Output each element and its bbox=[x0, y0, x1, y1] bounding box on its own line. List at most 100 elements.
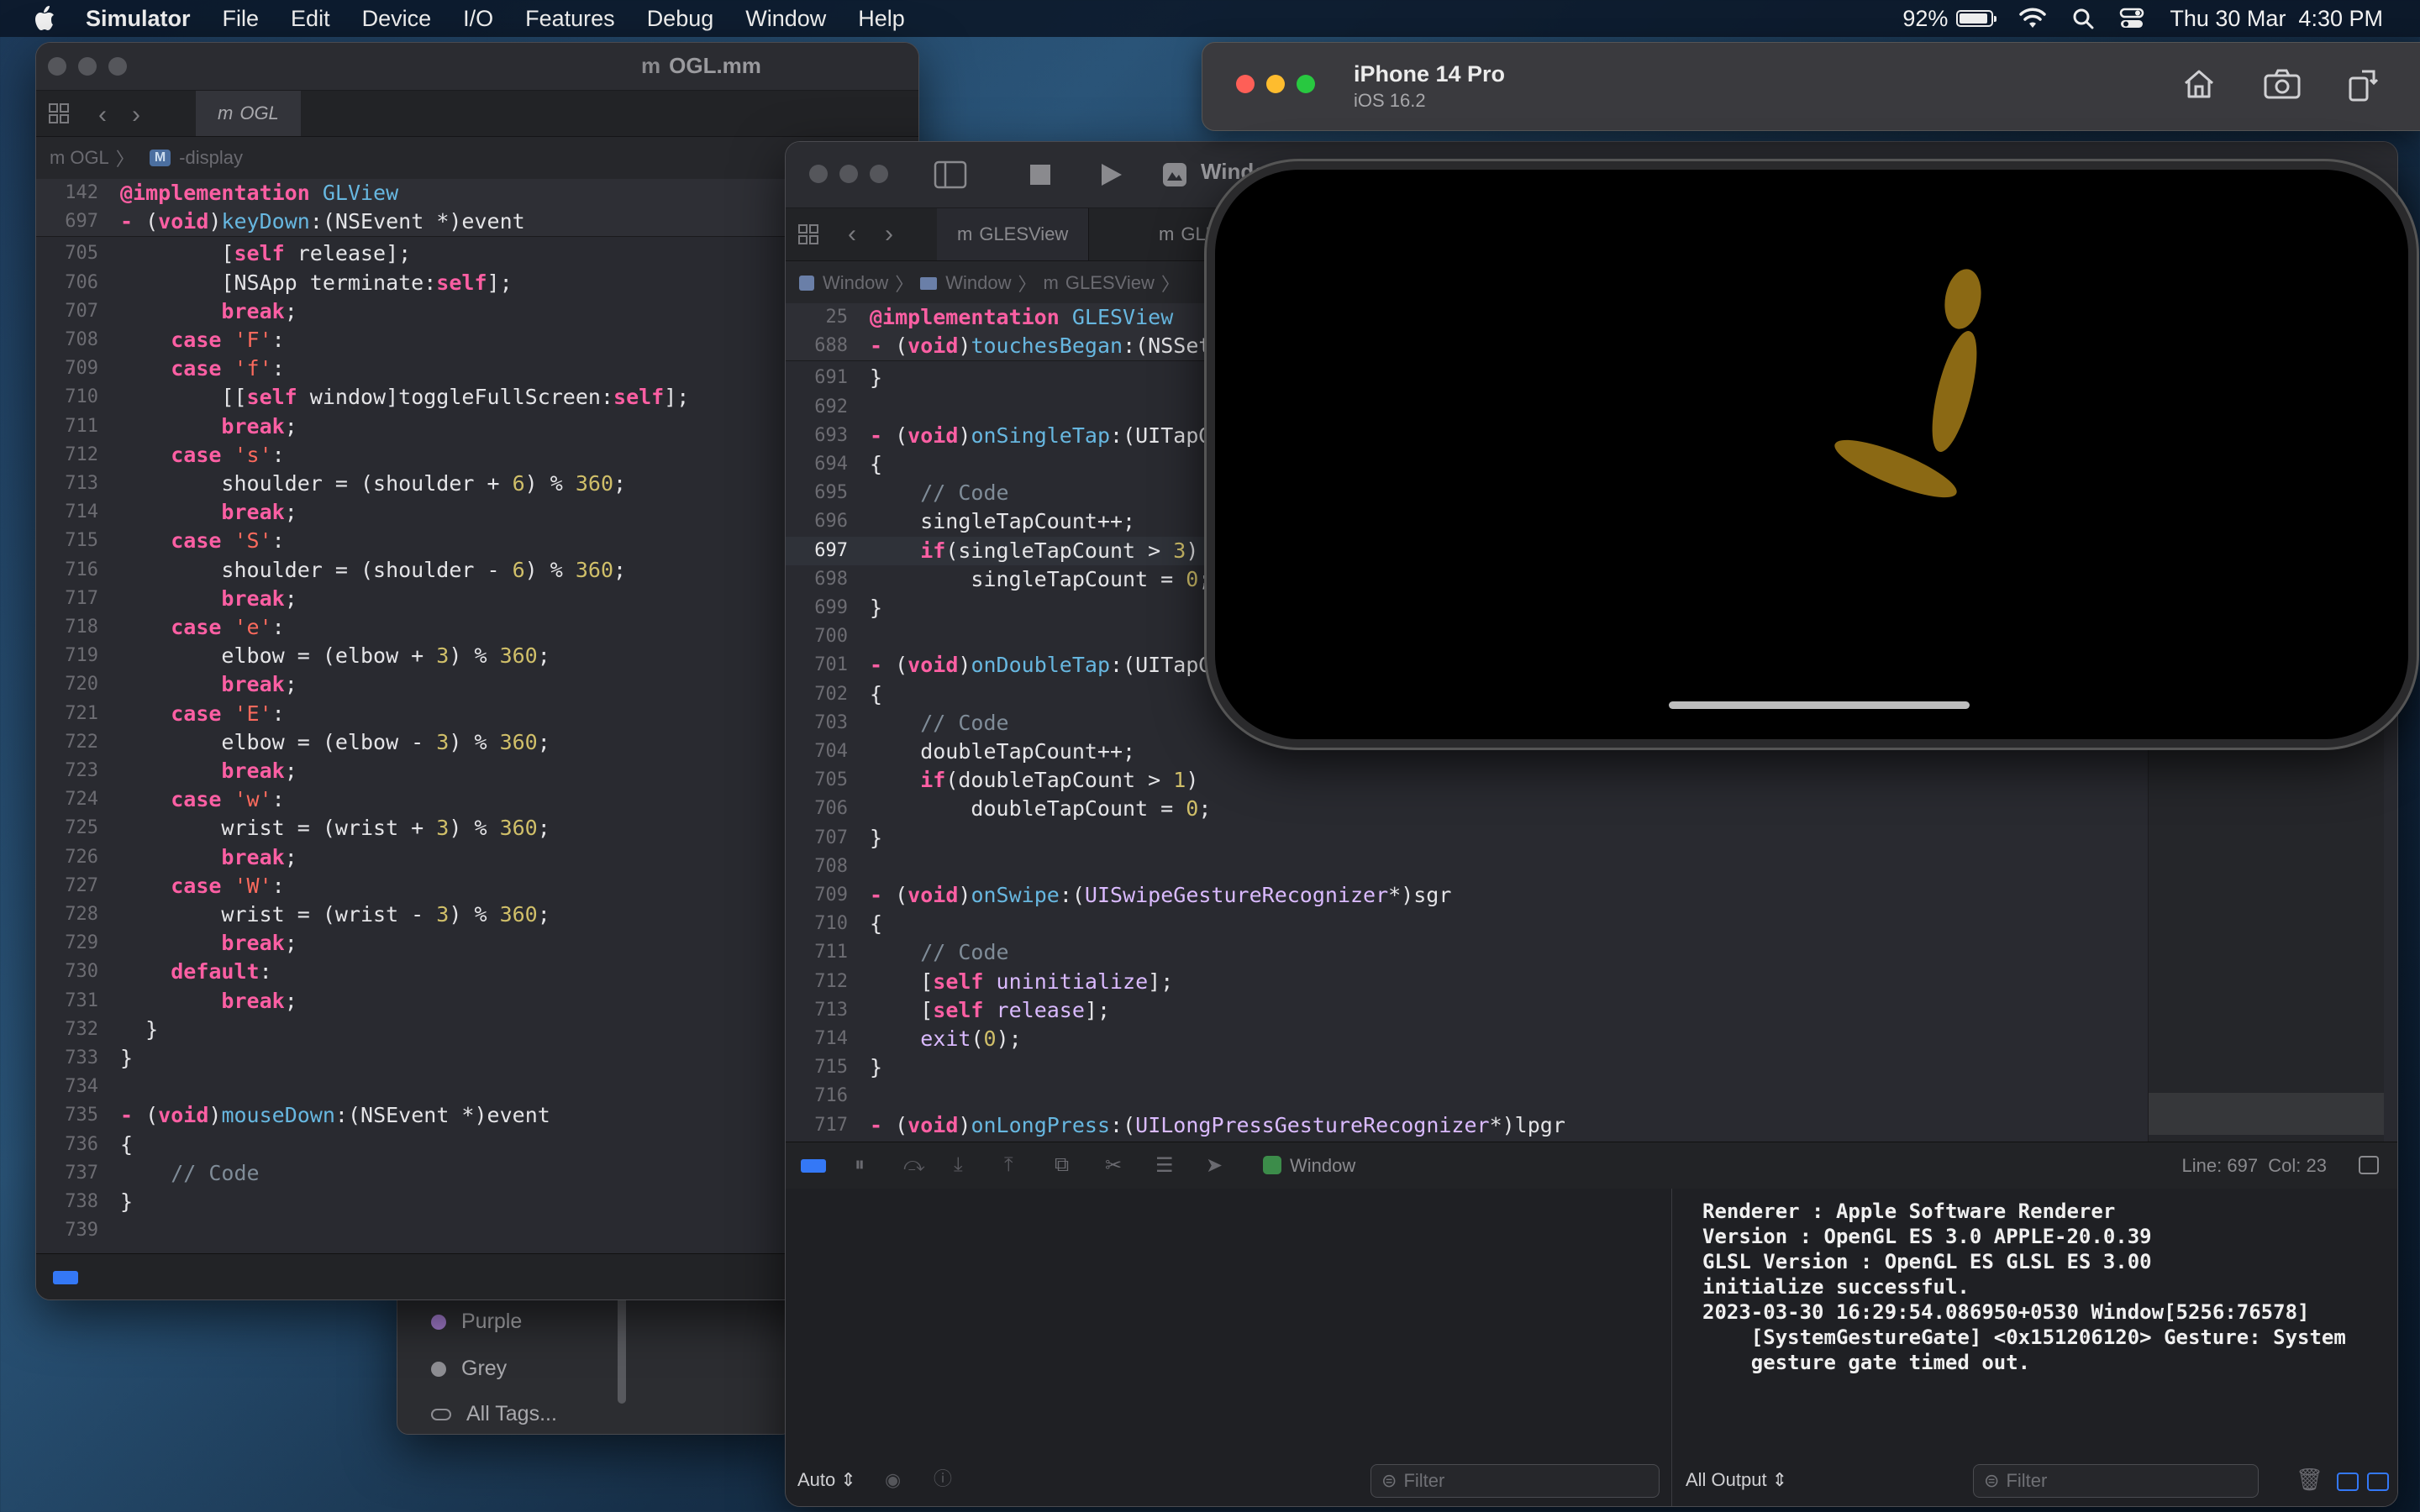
chevron-right-icon: 〉 bbox=[1160, 274, 1180, 295]
related-items-grid-icon[interactable] bbox=[48, 102, 70, 124]
screenshot-camera-icon[interactable] bbox=[2263, 68, 2302, 100]
file-m-icon: m bbox=[1043, 272, 1059, 293]
auto-selector[interactable]: Auto ⇕ bbox=[797, 1469, 856, 1491]
code-line[interactable]: 717 - (void)onLongPress:(UILongPressGestu… bbox=[786, 1111, 2145, 1140]
code-line[interactable]: 713 [self release]; bbox=[786, 996, 2145, 1025]
output-selector[interactable]: All Output ⇕ bbox=[1686, 1469, 1787, 1491]
minimap-viewport[interactable] bbox=[2149, 1093, 2384, 1135]
menu-help[interactable]: Help bbox=[858, 6, 905, 32]
nav-back-icon[interactable]: ‹ bbox=[98, 101, 107, 129]
app-scheme-icon[interactable] bbox=[1162, 162, 1187, 187]
breadcrumb-folder[interactable]: Window bbox=[945, 272, 1011, 294]
eye-icon[interactable]: ◉ bbox=[885, 1469, 901, 1491]
rotate-icon[interactable] bbox=[2347, 68, 2379, 102]
close-button[interactable] bbox=[809, 165, 828, 183]
code-line[interactable]: 714 exit(0); bbox=[786, 1025, 2145, 1053]
tab-label: OGL bbox=[239, 102, 279, 123]
tab-glesview[interactable]: m GLESView bbox=[937, 208, 1090, 260]
minimize-button[interactable] bbox=[78, 57, 97, 76]
minimize-button[interactable] bbox=[1266, 75, 1285, 93]
run-play-icon[interactable] bbox=[1098, 162, 1123, 187]
menu-debug[interactable]: Debug bbox=[647, 6, 714, 32]
sidebar-toggle-icon[interactable] bbox=[934, 160, 967, 189]
console-output[interactable]: Renderer : Apple Software Renderer Versi… bbox=[1702, 1199, 2372, 1375]
menu-window[interactable]: Window bbox=[745, 6, 826, 32]
breadcrumb-file[interactable]: OGL bbox=[70, 147, 108, 169]
trash-icon[interactable]: 🗑 bbox=[2296, 1467, 2323, 1493]
apple-logo-icon[interactable] bbox=[34, 6, 55, 31]
clock[interactable]: Thu 30 Mar 4:30 PM bbox=[2170, 6, 2383, 32]
variables-filter-input[interactable]: ⊜ Filter bbox=[1370, 1464, 1660, 1498]
info-icon[interactable]: ⓘ bbox=[934, 1464, 952, 1491]
tag-purple[interactable]: Purple bbox=[431, 1310, 522, 1334]
line-number: 694 bbox=[814, 454, 848, 475]
nav-forward-icon[interactable]: › bbox=[885, 220, 893, 249]
console-filter-input[interactable]: ⊜ Filter bbox=[1973, 1464, 2259, 1498]
breadcrumb-project[interactable]: Window bbox=[823, 272, 888, 294]
menu-file[interactable]: File bbox=[223, 6, 260, 32]
close-button[interactable] bbox=[48, 57, 66, 76]
code-line[interactable]: 715} bbox=[786, 1053, 2145, 1082]
code-text: { bbox=[870, 681, 883, 706]
home-icon[interactable] bbox=[2182, 68, 2216, 100]
step-out-icon[interactable]: ⤒ bbox=[1004, 1153, 1013, 1177]
tag-grey[interactable]: Grey bbox=[431, 1357, 507, 1381]
code-line[interactable]: 711 // Code bbox=[786, 938, 2145, 967]
console-toggle-icon[interactable] bbox=[801, 1159, 826, 1173]
breakpoints-toggle-icon[interactable] bbox=[53, 1271, 78, 1284]
step-into-icon[interactable]: ⤓ bbox=[954, 1153, 963, 1177]
code-line[interactable]: 706 doubleTapCount = 0; bbox=[786, 795, 2145, 823]
menu-features[interactable]: Features bbox=[525, 6, 615, 32]
view-hierarchy-icon[interactable]: ⧉ bbox=[1055, 1153, 1069, 1177]
code-line[interactable]: 716 bbox=[786, 1082, 2145, 1110]
code-line[interactable]: 705 if(doubleTapCount > 1) bbox=[786, 766, 2145, 795]
zoom-button[interactable] bbox=[108, 57, 127, 76]
nav-back-icon[interactable]: ‹ bbox=[848, 220, 856, 249]
opengl-robot-arm-render bbox=[1834, 269, 1981, 498]
menu-edit[interactable]: Edit bbox=[291, 6, 330, 32]
wifi-icon[interactable] bbox=[2018, 8, 2047, 29]
line-number: 693 bbox=[814, 424, 848, 446]
control-center-icon[interactable] bbox=[2119, 8, 2144, 29]
step-over-icon[interactable]: ⤼ bbox=[903, 1153, 925, 1177]
zoom-button[interactable] bbox=[870, 165, 888, 183]
code-line[interactable]: 709 - (void)onSwipe:(UISwipeGestureRecogn… bbox=[786, 881, 2145, 910]
breadcrumb-method[interactable]: -display bbox=[179, 147, 243, 169]
code-line[interactable]: 710 { bbox=[786, 910, 2145, 938]
code-line[interactable]: 712 [self uninitialize]; bbox=[786, 968, 2145, 996]
code-line[interactable]: 707} bbox=[786, 824, 2145, 853]
right-panel-icon[interactable] bbox=[2367, 1473, 2389, 1491]
code-line[interactable]: 708 bbox=[786, 853, 2145, 881]
code-text: shoulder = (shoulder + 6) % 360; bbox=[120, 471, 627, 496]
zoom-button[interactable] bbox=[1297, 75, 1315, 93]
simulate-location-icon[interactable]: ➤ bbox=[1206, 1153, 1223, 1178]
left-panel-icon[interactable] bbox=[2337, 1473, 2359, 1491]
code-text: doubleTapCount++; bbox=[870, 739, 1136, 764]
simulator-screen[interactable] bbox=[1215, 170, 2408, 739]
menu-device[interactable]: Device bbox=[362, 6, 432, 32]
process-name[interactable]: Window bbox=[1290, 1155, 1355, 1177]
related-items-grid-icon[interactable] bbox=[797, 223, 819, 245]
file-m-icon: m bbox=[957, 223, 973, 244]
spotlight-search-icon[interactable] bbox=[2072, 8, 2094, 29]
code-text: - (void)onDoubleTap:(UITapG bbox=[870, 653, 1212, 678]
tag-all[interactable]: All Tags... bbox=[431, 1402, 557, 1426]
panel-toggle-icon[interactable] bbox=[2359, 1156, 2379, 1174]
line-number: 707 bbox=[814, 827, 848, 848]
minimize-button[interactable] bbox=[839, 165, 858, 183]
tab-ogl[interactable]: m OGL bbox=[196, 91, 301, 136]
menu-io[interactable]: I/O bbox=[463, 6, 493, 32]
battery-icon[interactable] bbox=[1956, 10, 1997, 27]
breadcrumb-file[interactable]: GLESView bbox=[1065, 272, 1155, 294]
close-button[interactable] bbox=[1236, 75, 1255, 93]
memory-graph-icon[interactable]: ✂ bbox=[1105, 1153, 1122, 1178]
line-number: 709 bbox=[65, 358, 98, 380]
cursor-position: Line: 697 Col: 23 bbox=[2181, 1155, 2327, 1176]
code-text: // Code bbox=[920, 710, 1009, 735]
stop-icon[interactable] bbox=[1029, 164, 1051, 186]
nav-forward-icon[interactable]: › bbox=[132, 101, 140, 129]
environment-overrides-icon[interactable]: ☰ bbox=[1155, 1153, 1174, 1178]
pause-icon[interactable]: ⏸ bbox=[855, 1153, 865, 1177]
home-indicator[interactable] bbox=[1669, 701, 1970, 709]
menu-app-name[interactable]: Simulator bbox=[86, 6, 191, 32]
